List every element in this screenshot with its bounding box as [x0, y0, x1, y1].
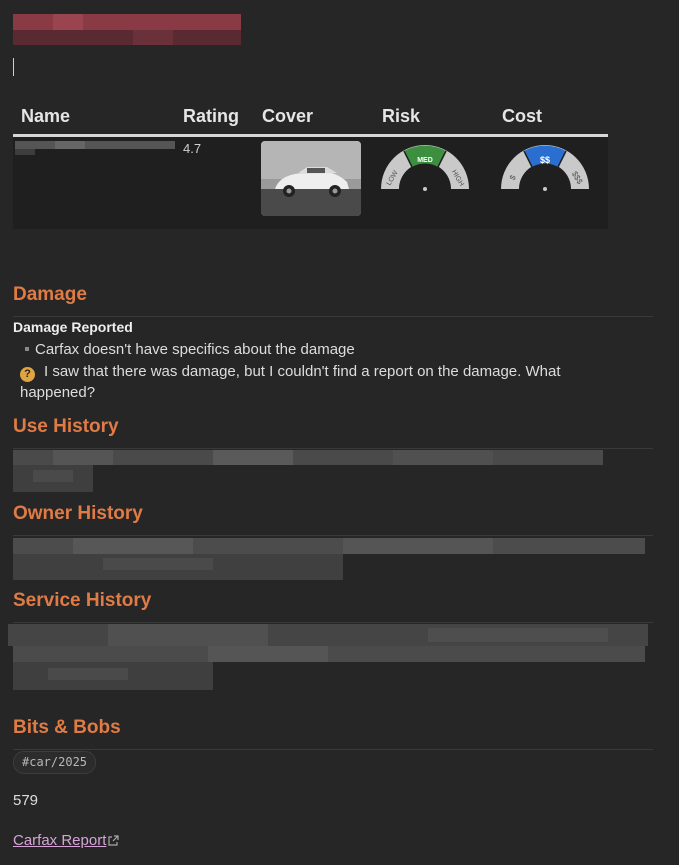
heading-owner-history: Owner History — [13, 503, 143, 524]
text-cursor[interactable] — [13, 58, 14, 76]
divider — [13, 535, 653, 536]
damage-bullet-text: Carfax doesn't have specifics about the … — [35, 341, 355, 358]
cost-gauge[interactable]: $$ $ $$$ — [497, 141, 593, 197]
risk-cell[interactable]: MED LOW HIGH — [374, 135, 494, 229]
divider — [13, 749, 653, 750]
note-page: Name Rating Cover Risk Cost 4.7 MED LOW … — [0, 0, 679, 865]
redacted-title — [13, 14, 241, 45]
properties-table: Name Rating Cover Risk Cost 4.7 MED LOW … — [13, 100, 608, 229]
heading-damage: Damage — [13, 284, 87, 305]
question-callout: ? I saw that there was damage, but I coul… — [20, 361, 620, 403]
car-cover-image[interactable] — [261, 141, 361, 216]
number-value: 579 — [13, 792, 39, 809]
heading-service-history: Service History — [13, 590, 152, 611]
redacted-service-history — [8, 624, 648, 690]
cover-cell[interactable] — [254, 135, 374, 229]
link-text[interactable]: Carfax Report — [13, 832, 106, 849]
header-rating[interactable]: Rating — [175, 100, 254, 137]
heading-use-history: Use History — [13, 416, 119, 437]
risk-gauge[interactable]: MED LOW HIGH — [377, 141, 473, 197]
tag-pill[interactable]: #car/2025 — [13, 751, 97, 774]
damage-reported-heading: Damage Reported — [13, 319, 133, 335]
redacted-owner-history — [13, 538, 645, 580]
external-link-icon — [108, 835, 119, 846]
cost-label-mid: $$ — [540, 155, 550, 165]
risk-label-med: MED — [417, 157, 433, 164]
list-item: Carfax doesn't have specifics about the … — [25, 341, 355, 358]
carfax-report-link[interactable]: Carfax Report — [13, 832, 119, 849]
header-cover[interactable]: Cover — [254, 100, 374, 137]
redacted-name — [15, 141, 175, 155]
cost-cell[interactable]: $$ $ $$$ — [494, 135, 608, 229]
rating-value[interactable]: 4.7 — [175, 135, 254, 229]
divider — [13, 448, 653, 449]
divider — [13, 316, 653, 317]
question-icon: ? — [20, 367, 35, 382]
redacted-use-history — [13, 450, 603, 492]
header-name[interactable]: Name — [13, 100, 175, 137]
bullet-icon — [25, 346, 29, 351]
divider — [13, 622, 653, 623]
header-risk[interactable]: Risk — [374, 100, 494, 137]
heading-bits-and-bobs: Bits & Bobs — [13, 717, 121, 738]
table-row: 4.7 MED LOW HIGH $$ $ $$$ — [13, 135, 608, 229]
callout-text: I saw that there was damage, but I could… — [20, 363, 561, 401]
name-cell[interactable] — [13, 135, 175, 229]
header-cost[interactable]: Cost — [494, 100, 608, 137]
